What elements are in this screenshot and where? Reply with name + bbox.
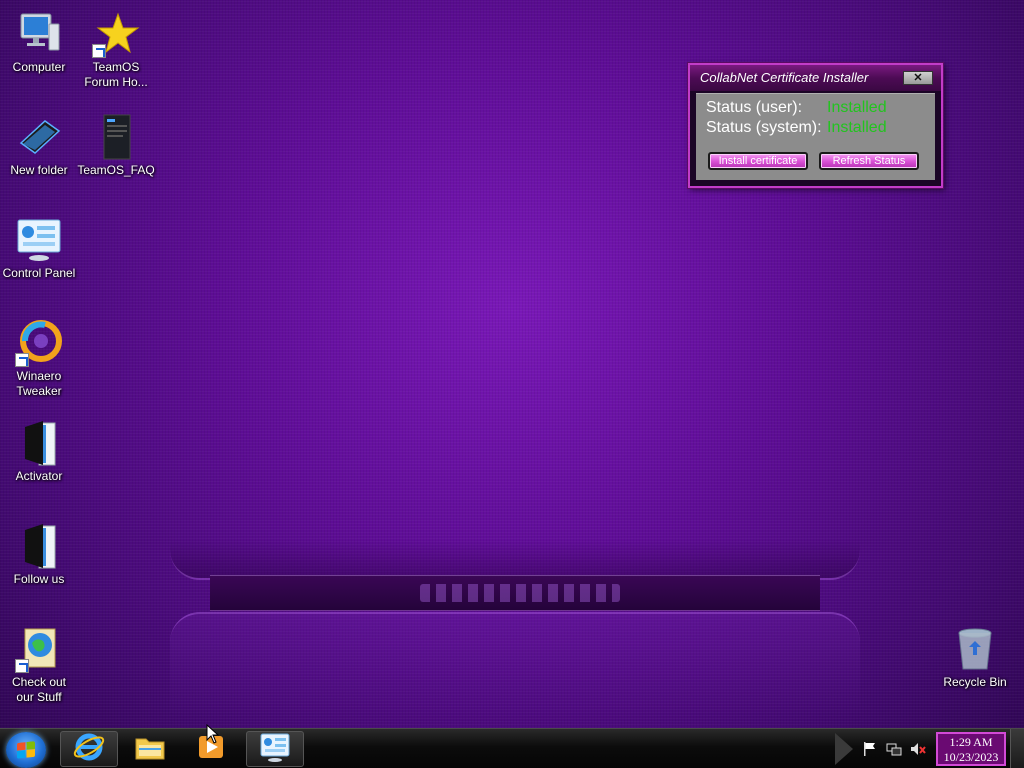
status-user-row: Status (user): Installed [706, 98, 887, 118]
taskbar-app-file-explorer[interactable] [121, 731, 179, 767]
desktop-icon-new-folder[interactable]: New folder [0, 113, 78, 178]
show-desktop-button[interactable] [1010, 729, 1024, 768]
desktop-icon-computer[interactable]: Computer [0, 10, 78, 75]
taskbar-overflow-arrow[interactable] [835, 733, 853, 765]
winaero-tweaker-icon [15, 319, 63, 367]
close-icon: ✕ [913, 72, 923, 84]
activator-icon [15, 419, 63, 467]
start-button[interactable] [6, 732, 46, 768]
desktop-icon-label: Winaero Tweaker [16, 369, 62, 398]
clock-date: 10/23/2023 [943, 750, 999, 764]
desktop-icon-label: Control Panel [2, 266, 76, 280]
desktop-icon-check-out-our-stuff[interactable]: Check out our Stuff [0, 625, 78, 705]
volume-muted-icon[interactable] [910, 741, 926, 757]
desktop-icon-teamos-forum[interactable]: TeamOS Forum Ho... [77, 10, 155, 90]
control-panel-icon [15, 216, 63, 264]
window-title: CollabNet Certificate Installer [700, 70, 869, 85]
folder-icon [15, 113, 63, 161]
taskbar: 1:29 AM 10/23/2023 [0, 728, 1024, 768]
desktop-icon-follow-us[interactable]: Follow us [0, 522, 78, 587]
wallpaper-decoration-bar [210, 575, 820, 611]
desktop-icon-teamos-faq[interactable]: TeamOS_FAQ [77, 113, 155, 178]
taskbar-app-control-panel[interactable] [246, 731, 304, 767]
desktop-icon-label: Follow us [13, 572, 65, 586]
desktop-icon-label: Computer [12, 60, 66, 74]
wallpaper-decoration-bottom [170, 612, 860, 722]
desktop-icon-label: New folder [10, 163, 68, 177]
taskbar-clock[interactable]: 1:29 AM 10/23/2023 [936, 732, 1006, 766]
computer-icon [15, 10, 63, 58]
refresh-status-button[interactable]: Refresh Status [819, 152, 919, 170]
close-button[interactable]: ✕ [903, 71, 933, 85]
internet-explorer-icon [72, 730, 106, 768]
network-icon[interactable] [886, 741, 902, 757]
status-system-row: Status (system): Installed [706, 118, 887, 138]
desktop-icon-label: TeamOS Forum Ho... [84, 60, 148, 89]
desktop-icon-winaero-tweaker[interactable]: Winaero Tweaker [0, 319, 78, 399]
book-icon [15, 522, 63, 570]
folder-icon [133, 730, 167, 768]
desktop-icon-recycle-bin[interactable]: Recycle Bin [936, 625, 1014, 690]
desktop-icon-control-panel[interactable]: Control Panel [0, 216, 78, 281]
mouse-cursor-icon [206, 723, 220, 749]
install-certificate-button[interactable]: Install certificate [708, 152, 808, 170]
desktop-icon-label: Recycle Bin [943, 675, 1007, 689]
certificate-installer-window: CollabNet Certificate Installer ✕ Status… [688, 63, 943, 188]
status-system-value: Installed [827, 119, 887, 136]
status-system-label: Status (system): [706, 119, 822, 136]
desktop-icon-activator[interactable]: Activator [0, 419, 78, 484]
status-user-value: Installed [827, 99, 887, 116]
desktop-icon-label: Activator [15, 469, 63, 483]
star-shortcut-icon [92, 10, 140, 58]
taskbar-app-internet-explorer[interactable] [60, 731, 118, 767]
flag-icon[interactable] [862, 741, 878, 757]
wallpaper-decoration-top [170, 540, 860, 580]
control-panel-icon [258, 730, 292, 768]
status-user-label: Status (user): [706, 99, 803, 116]
clock-time: 1:29 AM [949, 735, 993, 749]
document-icon [92, 113, 140, 161]
system-tray [858, 729, 938, 768]
recycle-bin-icon [951, 625, 999, 673]
desktop-icon-label: Check out our Stuff [11, 675, 67, 704]
window-body: Status (user): Installed Status (system)… [696, 93, 935, 180]
windows-logo-icon [17, 741, 35, 759]
desktop-icon-label: TeamOS_FAQ [77, 163, 155, 177]
globe-shortcut-icon [15, 625, 63, 673]
